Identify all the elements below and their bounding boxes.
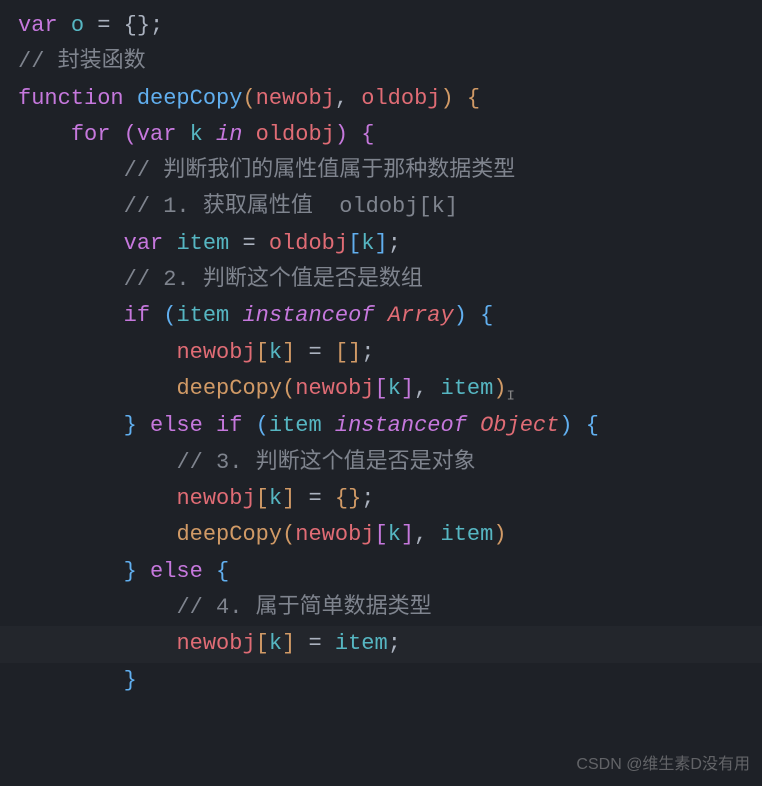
keyword-function: function: [18, 86, 124, 111]
keyword-for: for: [71, 122, 111, 147]
comment: // 2. 判断这个值是否是数组: [124, 267, 423, 292]
code-line: } else if (item instanceof Object) {: [0, 408, 762, 444]
comment: // 1. 获取属性值 oldobj[k]: [124, 194, 458, 219]
keyword-else-if: else if: [150, 413, 242, 438]
comment: // 4. 属于简单数据类型: [176, 595, 431, 620]
code-line: newobj[k] = [];: [0, 335, 762, 371]
watermark: CSDN @维生素D没有用: [576, 752, 750, 778]
code-line: }: [0, 663, 762, 699]
keyword-if: if: [124, 303, 150, 328]
code-line: for (var k in oldobj) {: [0, 117, 762, 153]
code-line: newobj[k] = item;: [0, 626, 762, 662]
code-line: // 3. 判断这个值是否是对象: [0, 445, 762, 481]
comment: // 判断我们的属性值属于那种数据类型: [124, 158, 516, 183]
function-call: deepCopy: [176, 376, 282, 401]
code-line: var item = oldobj[k];: [0, 226, 762, 262]
text-cursor-icon: I: [507, 388, 515, 404]
code-line: deepCopy(newobj[k], item)I: [0, 371, 762, 408]
keyword-else: else: [150, 559, 203, 584]
code-line: deepCopy(newobj[k], item): [0, 517, 762, 553]
param: newobj: [256, 86, 335, 111]
function-call: deepCopy: [176, 522, 282, 547]
code-line: // 封装函数: [0, 44, 762, 80]
comment: // 3. 判断这个值是否是对象: [176, 450, 475, 475]
function-name: deepCopy: [137, 86, 243, 111]
code-line: // 1. 获取属性值 oldobj[k]: [0, 189, 762, 225]
code-line: // 2. 判断这个值是否是数组: [0, 262, 762, 298]
keyword-var: var: [18, 13, 58, 38]
code-line: var o = {};: [0, 8, 762, 44]
code-line: newobj[k] = {};: [0, 481, 762, 517]
code-line: if (item instanceof Array) {: [0, 298, 762, 334]
code-line: // 4. 属于简单数据类型: [0, 590, 762, 626]
comment: // 封装函数: [18, 49, 146, 74]
variable-name: o: [71, 13, 84, 38]
param: oldobj: [361, 86, 440, 111]
code-line: // 判断我们的属性值属于那种数据类型: [0, 153, 762, 189]
code-line: } else {: [0, 554, 762, 590]
code-line: function deepCopy(newobj, oldobj) {: [0, 81, 762, 117]
code-editor[interactable]: var o = {}; // 封装函数 function deepCopy(ne…: [0, 8, 762, 699]
